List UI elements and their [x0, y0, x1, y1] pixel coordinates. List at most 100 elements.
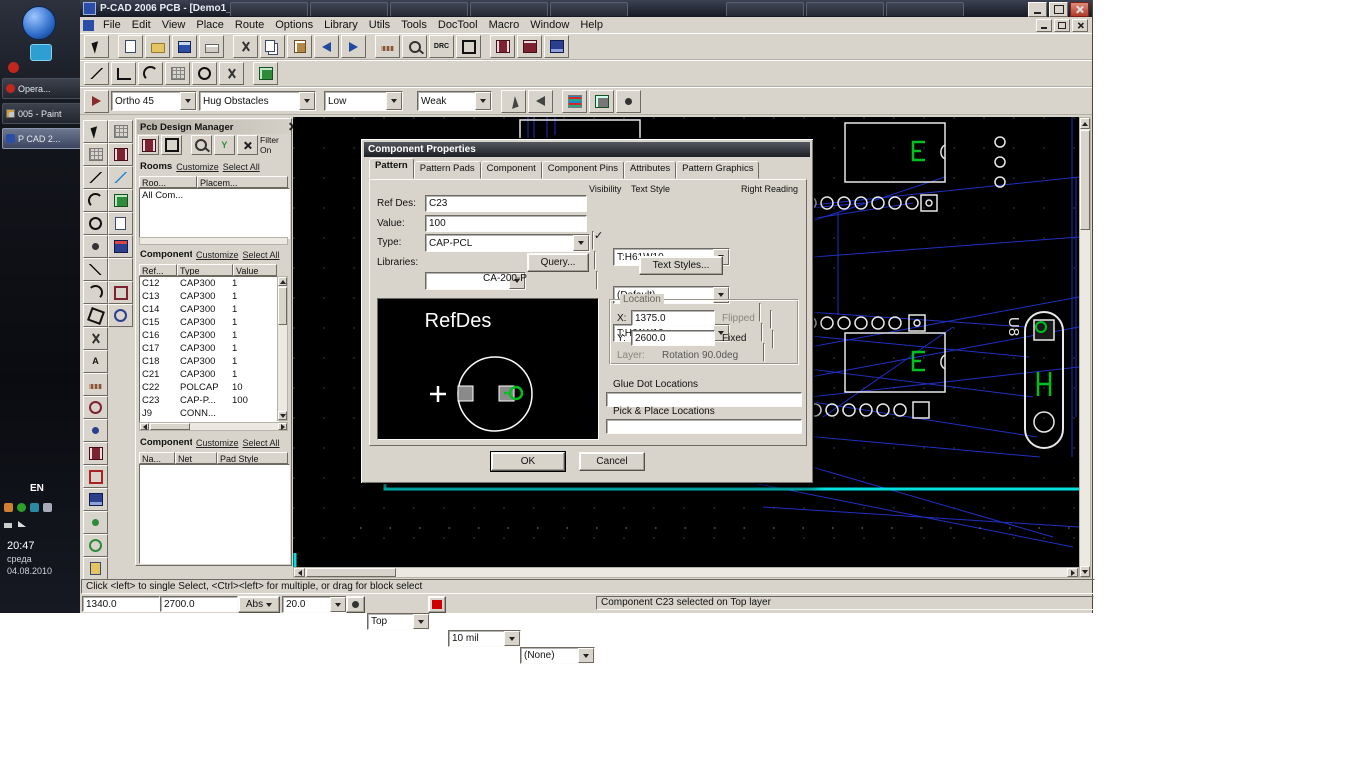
start-orb-icon[interactable]: [22, 6, 56, 40]
background-window-tab[interactable]: [390, 2, 468, 16]
chevron-down-icon[interactable]: [180, 92, 196, 110]
table-row[interactable]: J9 CONN...: [140, 407, 278, 420]
menu-edit[interactable]: Edit: [127, 18, 156, 32]
chevron-down-icon[interactable]: [475, 92, 491, 110]
minimize-button[interactable]: [1028, 2, 1047, 17]
tab-attributes[interactable]: Attributes: [624, 161, 677, 179]
glue-dot-input[interactable]: [606, 392, 802, 407]
menu-place[interactable]: Place: [191, 18, 229, 32]
obstacle-mode-select[interactable]: Hug Obstacles: [199, 91, 316, 111]
layers-button[interactable]: [562, 89, 587, 113]
tool-polygon[interactable]: [83, 304, 108, 327]
tool-net[interactable]: [108, 166, 133, 189]
table-row[interactable]: C12 CAP300 1: [140, 277, 278, 290]
nets-col-name[interactable]: Na...: [139, 452, 175, 464]
menu-help[interactable]: Help: [575, 18, 608, 32]
net-tool-button[interactable]: [84, 89, 109, 113]
canvas-hscrollbar[interactable]: [293, 567, 1079, 578]
x-input[interactable]: 1375.0: [631, 310, 715, 326]
rooms-customize-button[interactable]: Customize: [176, 162, 219, 172]
tray-icon-2[interactable]: [17, 503, 26, 512]
panel-filter-off-button[interactable]: [236, 135, 258, 155]
rooms-col-room[interactable]: Roo...: [139, 176, 197, 188]
value-input[interactable]: 100: [425, 215, 587, 232]
dialog-titlebar[interactable]: Component Properties: [364, 142, 810, 157]
chevron-down-icon[interactable]: [299, 92, 315, 110]
chevron-down-icon[interactable]: [330, 597, 346, 612]
tool-room[interactable]: [83, 488, 108, 511]
autoroute-button[interactable]: [253, 62, 278, 85]
nets-view-button[interactable]: [616, 89, 641, 113]
menu-macro[interactable]: Macro: [484, 18, 525, 32]
tool-select[interactable]: [83, 120, 108, 143]
nets-select-all-button[interactable]: Select All: [243, 438, 280, 448]
scroll-up-button[interactable]: [1080, 118, 1090, 129]
components-vscrollbar[interactable]: [277, 276, 288, 421]
x-coordinate-input[interactable]: 1340.0: [82, 596, 160, 612]
strength-select[interactable]: Weak: [417, 91, 492, 111]
tool-arc[interactable]: [83, 189, 108, 212]
ortho-mode-select[interactable]: Ortho 45: [111, 91, 197, 111]
vscroll-thumb[interactable]: [1080, 130, 1090, 230]
table-row[interactable]: All Com...: [140, 189, 289, 202]
flipped-checkbox[interactable]: [770, 310, 772, 329]
select-tool-button[interactable]: [84, 35, 109, 58]
tab-component-pins[interactable]: Component Pins: [541, 161, 625, 179]
pick-place-input[interactable]: [606, 419, 802, 434]
tool-copper-pour[interactable]: [83, 442, 108, 465]
scroll-down-button[interactable]: [1080, 566, 1090, 577]
menu-utils[interactable]: Utils: [364, 18, 395, 32]
taskbar-item-opera[interactable]: Opera...: [2, 78, 85, 99]
measure-button[interactable]: [375, 35, 400, 58]
text-styles-button[interactable]: Text Styles...: [639, 256, 723, 275]
background-window-tab[interactable]: [310, 2, 388, 16]
nets-table[interactable]: [139, 464, 290, 564]
route-manual-button[interactable]: [84, 62, 109, 85]
close-button[interactable]: [1070, 2, 1089, 17]
tool-point[interactable]: [83, 235, 108, 258]
abs-rel-toggle[interactable]: Abs: [238, 596, 280, 613]
table-row[interactable]: C18 CAP300 1: [140, 355, 278, 368]
chevron-down-icon[interactable]: [386, 92, 402, 110]
zoom-window-button[interactable]: [456, 35, 481, 58]
open-button[interactable]: [145, 35, 170, 58]
scroll-right-button[interactable]: [1067, 568, 1078, 577]
menu-view[interactable]: View: [157, 18, 191, 32]
ref-des-input[interactable]: C23: [425, 195, 587, 212]
net-select[interactable]: (None): [520, 647, 595, 664]
drc-button[interactable]: DRC: [429, 35, 454, 58]
background-window-tab[interactable]: [550, 2, 628, 16]
network-icon[interactable]: [4, 520, 12, 528]
background-window-tab[interactable]: [230, 2, 308, 16]
components-col-value[interactable]: Value: [233, 264, 277, 276]
tray-icon-3[interactable]: [30, 503, 39, 512]
background-window-tab[interactable]: [806, 2, 884, 16]
tool-pad[interactable]: [83, 396, 108, 419]
desktop-icon[interactable]: [30, 44, 52, 61]
background-window-tab[interactable]: [886, 2, 964, 16]
type-visibility-checkbox[interactable]: [596, 271, 598, 290]
language-indicator[interactable]: EN: [30, 483, 44, 494]
priority-select[interactable]: Low: [324, 91, 403, 111]
menu-doctool[interactable]: DocTool: [433, 18, 483, 32]
refdes-visibility-checkbox[interactable]: [592, 231, 594, 250]
route-bus-button[interactable]: [165, 62, 190, 85]
chevron-down-icon[interactable]: [573, 235, 589, 251]
pattern-editor-button[interactable]: [490, 35, 515, 58]
macro-record-button[interactable]: [346, 596, 365, 613]
components-view-button[interactable]: [589, 89, 614, 113]
tool-arc2[interactable]: [83, 281, 108, 304]
tool-flag[interactable]: [83, 557, 108, 580]
menu-route[interactable]: Route: [230, 18, 269, 32]
type-select[interactable]: CAP-PCL: [425, 234, 590, 252]
table-row[interactable]: C15 CAP300 1: [140, 316, 278, 329]
save-button[interactable]: [172, 35, 197, 58]
tool-keepout[interactable]: [83, 465, 108, 488]
table-row[interactable]: C22 POLCAP 10: [140, 381, 278, 394]
tool-bus[interactable]: [108, 189, 133, 212]
tool-stamp[interactable]: [108, 281, 133, 304]
nets-col-padstyle[interactable]: Pad Style: [217, 452, 288, 464]
tool-glue-dot[interactable]: [83, 511, 108, 534]
print-button[interactable]: [199, 35, 224, 58]
components-table[interactable]: C12 CAP300 1 C13 CAP300 1 C14 CAP300 1 C15 CAP3…: [139, 276, 279, 423]
